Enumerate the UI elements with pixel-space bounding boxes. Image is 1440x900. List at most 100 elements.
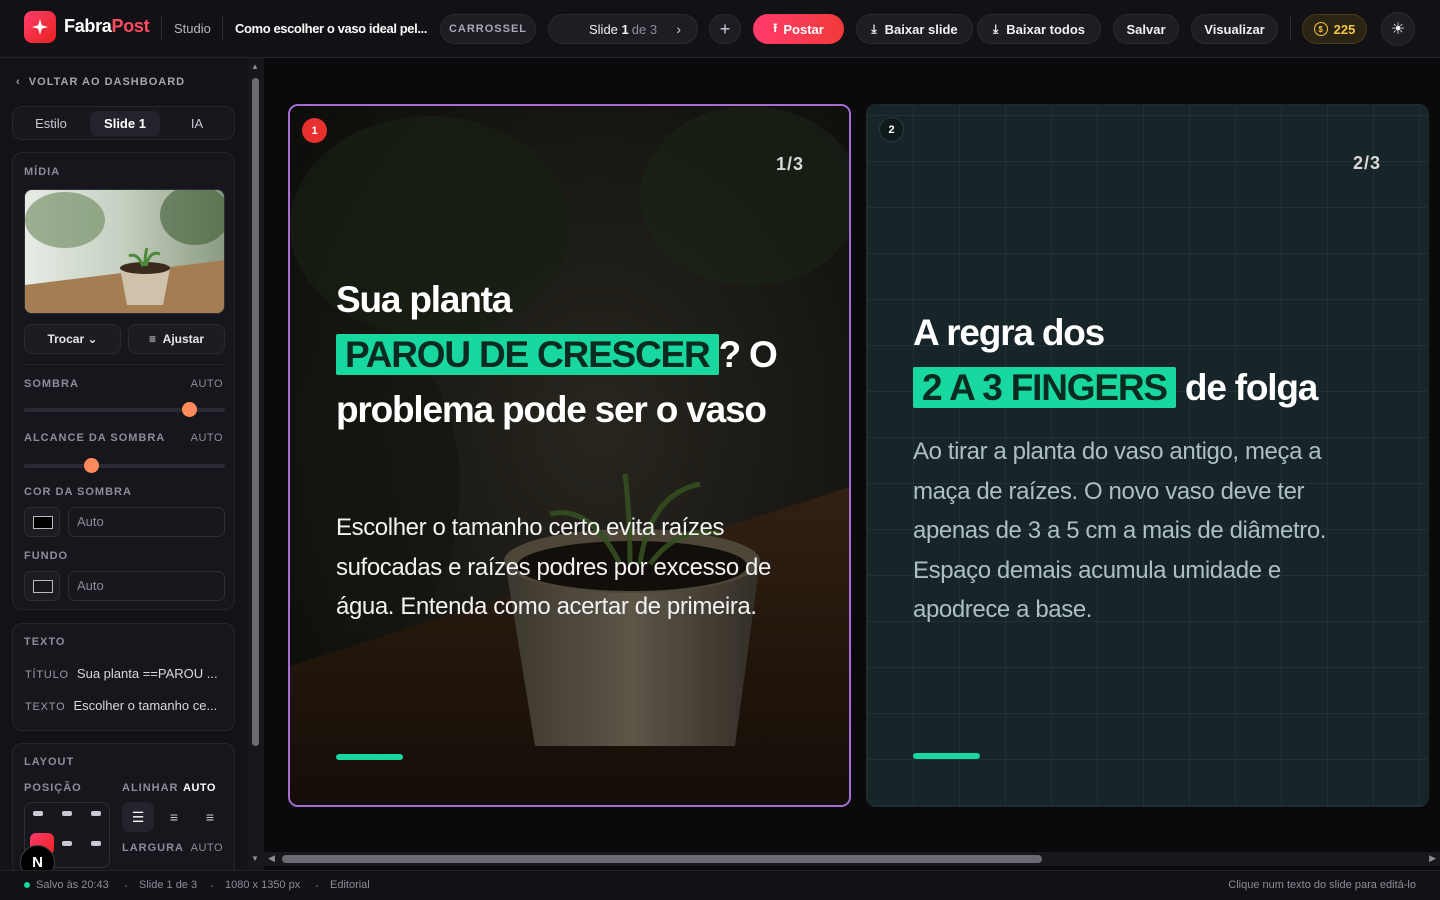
save-button[interactable]: Salvar xyxy=(1113,14,1179,44)
title-highlight: PAROU DE CRESCER xyxy=(336,334,719,375)
slide-counter: 2/3 xyxy=(1353,153,1382,173)
slide-title[interactable]: Sua planta PAROU DE CRESCER? O problema … xyxy=(336,272,826,437)
chevron-down-icon: ⌄ xyxy=(87,332,98,346)
adjust-label: Ajustar xyxy=(162,332,205,346)
width-label: LARGURA xyxy=(122,842,184,854)
position-top-center[interactable] xyxy=(62,811,72,816)
align-mode: AUTO xyxy=(183,782,216,794)
shadow-color-label: COR DA SOMBRA xyxy=(24,486,132,498)
brand-name: FabraPost xyxy=(64,16,150,36)
title-part-1: Sua planta xyxy=(336,279,512,320)
scroll-up-icon[interactable]: ▲ xyxy=(251,62,259,71)
sidebar-scrollbar[interactable]: ▲ ▼ xyxy=(248,58,264,870)
scroll-down-icon[interactable]: ▼ xyxy=(251,854,259,863)
scroll-right-icon[interactable]: ▶ xyxy=(1429,853,1436,864)
download-icon: ⤓ xyxy=(871,21,877,36)
canvas-scrollbar[interactable]: ◀ ▶ xyxy=(264,852,1440,866)
shadow-slider-handle[interactable] xyxy=(182,402,197,417)
shadow-label: SOMBRA xyxy=(24,378,79,390)
download-slide-label: Baixar slide xyxy=(884,21,958,37)
title-key: TÍTULO xyxy=(25,669,69,681)
background-label: FUNDO xyxy=(24,550,69,562)
shadow-reach-label: ALCANCE DA SOMBRA xyxy=(24,432,166,444)
divider xyxy=(1290,16,1291,40)
title-part-2: de folga xyxy=(1184,367,1318,408)
chevron-right-icon[interactable]: › xyxy=(676,21,681,37)
slide-body-text[interactable]: Ao tirar a planta do vaso antigo, meça a… xyxy=(913,432,1383,630)
title-text-row[interactable]: TÍTULO Sua planta ==PAROU ... xyxy=(25,666,225,681)
back-to-dashboard-link[interactable]: ‹ VOLTAR AO DASHBOARD xyxy=(16,76,185,88)
media-thumbnail[interactable] xyxy=(24,189,225,314)
document-title[interactable]: Como escolher o vaso ideal pel... xyxy=(235,21,435,36)
add-slide-button[interactable]: + xyxy=(709,14,741,44)
preview-button[interactable]: Visualizar xyxy=(1191,14,1278,44)
adjust-media-button[interactable]: ≡ Ajustar xyxy=(128,324,225,354)
slide-title[interactable]: A regra dos 2 A 3 FINGERS de folga xyxy=(913,305,1403,415)
position-label: POSIÇÃO xyxy=(24,782,82,794)
slide-counter: 1/3 xyxy=(776,154,805,174)
media-panel: MÍDIA Trocar ⌄ ≡ Ajustar SOMBRA AUTO ALC… xyxy=(12,152,235,610)
upload-icon: ⭱ xyxy=(773,20,778,35)
body-preview: Escolher o tamanho ce... xyxy=(73,698,218,713)
credits-badge[interactable]: $225 xyxy=(1302,14,1367,44)
slide-navigator[interactable]: Slide 1 de 3 › xyxy=(548,14,698,44)
slide-number-badge: 1 xyxy=(302,118,327,143)
download-all-button[interactable]: ⤓ Baixar todos xyxy=(977,14,1101,44)
position-middle-right[interactable] xyxy=(91,841,101,846)
sidebar-tabs: Estilo Slide 1 IA xyxy=(12,106,235,140)
shadow-reach-slider[interactable] xyxy=(24,458,225,473)
edit-hint: Clique num texto do slide para editá-lo xyxy=(1228,879,1416,891)
top-bar: FabraPost Studio Como escolher o vaso id… xyxy=(0,0,1440,58)
slide-overlay xyxy=(290,106,849,805)
size-status: 1080 x 1350 px xyxy=(225,879,301,891)
chevron-left-icon: ‹ xyxy=(16,76,21,88)
shadow-color-swatch[interactable] xyxy=(24,507,60,537)
scroll-left-icon[interactable]: ◀ xyxy=(268,853,275,864)
text-section-label: TEXTO xyxy=(24,636,66,648)
align-left-button[interactable]: ☰ xyxy=(122,802,154,832)
separator-dot xyxy=(316,885,318,887)
status-bar: Salvo às 20:43 Slide 1 de 3 1080 x 1350 … xyxy=(0,870,1440,900)
logo-icon[interactable] xyxy=(24,11,56,43)
tab-estilo[interactable]: Estilo xyxy=(17,111,85,136)
slide-2[interactable]: 2 2/3 A regra dos 2 A 3 FINGERS de folga… xyxy=(866,104,1429,807)
download-slide-button[interactable]: ⤓ Baixar slide xyxy=(856,14,973,44)
slide-body-text[interactable]: Escolher o tamanho certo evita raízes su… xyxy=(336,508,806,627)
saved-status: Salvo às 20:43 xyxy=(36,879,109,891)
shadow-reach-mode: AUTO xyxy=(190,432,223,444)
divider xyxy=(24,364,225,365)
shadow-slider[interactable] xyxy=(24,402,225,417)
type-tag: CARROSSEL xyxy=(440,14,536,44)
saved-indicator-icon xyxy=(24,882,30,888)
position-middle-center[interactable] xyxy=(62,841,72,846)
position-top-right[interactable] xyxy=(91,811,101,816)
tab-slide-1[interactable]: Slide 1 xyxy=(90,111,160,136)
align-right-button[interactable]: ≡ xyxy=(194,802,226,832)
sun-icon: ☀ xyxy=(1390,21,1406,38)
canvas-scroll-thumb[interactable] xyxy=(282,855,1042,863)
body-text-row[interactable]: TEXTO Escolher o tamanho ce... xyxy=(25,698,225,713)
swap-media-button[interactable]: Trocar ⌄ xyxy=(24,324,121,354)
slide-nav-current: 1 xyxy=(621,21,629,37)
text-panel: TEXTO TÍTULO Sua planta ==PAROU ... TEXTO… xyxy=(12,623,235,731)
shadow-color-field[interactable]: Auto xyxy=(68,507,225,537)
theme-toggle-button[interactable]: ☀ xyxy=(1381,12,1415,46)
align-center-button[interactable]: ≡ xyxy=(158,802,190,832)
style-status: Editorial xyxy=(330,879,370,891)
shadow-reach-slider-handle[interactable] xyxy=(84,458,99,473)
background-color-field[interactable]: Auto xyxy=(68,571,225,601)
align-right-icon: ≡ xyxy=(205,809,215,825)
align-label: ALINHAR xyxy=(122,782,179,794)
post-button[interactable]: ⭱ Postar xyxy=(753,14,844,44)
background-color-swatch[interactable] xyxy=(24,571,60,601)
sidebar-scroll-thumb[interactable] xyxy=(252,78,259,746)
title-highlight: 2 A 3 FINGERS xyxy=(913,367,1176,408)
slide-1[interactable]: 1 1/3 Sua planta PAROU DE CRESCER? O pro… xyxy=(288,104,851,807)
download-icon: ⤓ xyxy=(992,21,999,36)
swap-label: Trocar xyxy=(47,332,85,346)
tab-ia[interactable]: IA xyxy=(163,111,231,136)
divider xyxy=(222,16,223,40)
position-top-left[interactable] xyxy=(33,811,43,816)
credits-count: 225 xyxy=(1333,21,1356,37)
body-key: TEXTO xyxy=(25,701,66,713)
